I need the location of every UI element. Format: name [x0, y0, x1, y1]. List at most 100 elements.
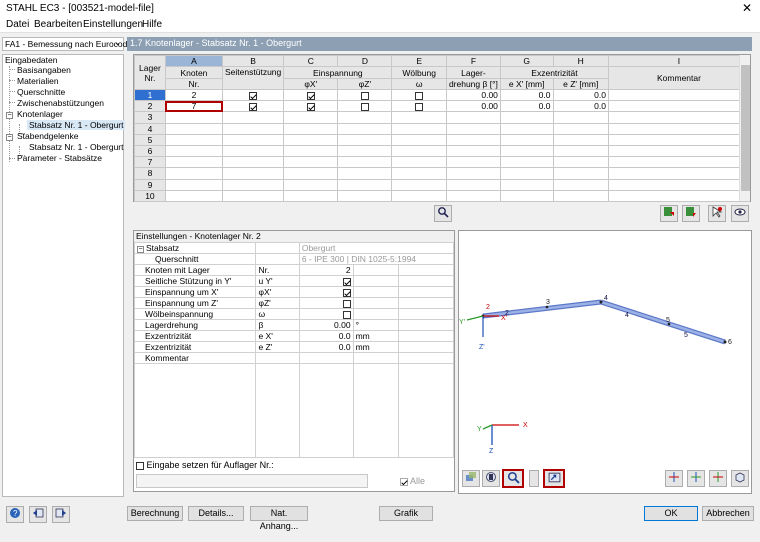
cell-beta[interactable]: 0.00	[445, 88, 501, 102]
setting-value[interactable]: 2	[298, 264, 354, 276]
checkbox-seitliche-stuetzung[interactable]	[342, 277, 351, 286]
setting-value[interactable]: 0.0	[298, 341, 354, 353]
menu-datei[interactable]: Datei	[6, 19, 29, 30]
row-number[interactable]: 1	[134, 88, 166, 102]
col-letter-d[interactable]: D	[337, 54, 393, 68]
close-icon[interactable]: ✕	[742, 1, 752, 15]
render-icon[interactable]	[462, 470, 480, 487]
checkbox-alle[interactable]	[400, 477, 408, 486]
cell-ex[interactable]: 0.0	[499, 88, 554, 102]
collapse-icon[interactable]: −	[6, 112, 13, 119]
table-row[interactable]: 6	[134, 144, 751, 158]
checkbox-einspannung-z[interactable]	[342, 299, 351, 308]
col-letter-c[interactable]: C	[283, 54, 339, 68]
isometric-view-icon[interactable]	[731, 470, 749, 487]
case-selector[interactable]: FA1 - Bemessung nach Eurocod ⌄	[2, 37, 127, 51]
row-number[interactable]: 10	[134, 189, 166, 202]
table-row[interactable]: 7	[134, 156, 751, 169]
grafik-button[interactable]: Grafik	[379, 506, 433, 521]
view-icon[interactable]	[731, 205, 749, 222]
export-excel-icon[interactable]	[660, 205, 678, 222]
cell-phix[interactable]	[283, 88, 339, 102]
setting-row[interactable]: Exzentrizität e X' 0.0 mm	[133, 330, 454, 342]
nat-anhang-button[interactable]: Nat. Anhang...	[250, 506, 308, 531]
tree-item-materialien[interactable]: Materialien	[17, 76, 59, 86]
setting-value[interactable]: 0.0	[298, 330, 354, 342]
setting-value[interactable]	[298, 286, 354, 298]
setting-value[interactable]: 0.00	[298, 319, 354, 331]
import-excel-icon[interactable]	[682, 205, 700, 222]
tree-item-basisangaben[interactable]: Basisangaben	[17, 65, 71, 75]
table-row[interactable]: 10	[134, 189, 751, 202]
cell-knoten-active[interactable]: 7	[164, 100, 224, 113]
setting-row[interactable]: Lagerdrehung β 0.00 °	[133, 319, 454, 331]
col-letter-h[interactable]: H	[552, 54, 609, 68]
setting-row[interactable]: Seitliche Stützung in Y' u Y'	[133, 275, 454, 287]
tree-item-querschnitte[interactable]: Querschnitte	[17, 87, 65, 97]
abbrechen-button[interactable]: Abbrechen	[702, 506, 754, 521]
setting-value[interactable]	[298, 308, 354, 320]
table-row[interactable]: 1 2 0.00 0.0 0.0	[134, 88, 751, 102]
setting-row[interactable]: Einspannung um Z' φZ'	[133, 297, 454, 309]
tree-item-knotenlager[interactable]: Knotenlager	[17, 109, 63, 119]
row-number[interactable]: 7	[134, 156, 166, 169]
group-stabsatz[interactable]: − Stabsatz	[133, 242, 257, 254]
cell-beta[interactable]: 0.00	[445, 100, 501, 113]
cell-ez[interactable]: 0.0	[552, 100, 609, 113]
checkbox-apply-support[interactable]	[136, 461, 144, 470]
setting-row[interactable]: Wölbeinspannung ω	[133, 308, 454, 320]
row-number[interactable]: 4	[134, 122, 166, 135]
table-scrollbar[interactable]	[739, 55, 750, 201]
col-letter-f[interactable]: F	[445, 54, 501, 68]
cell-kommentar[interactable]	[607, 100, 751, 113]
menu-hilfe[interactable]: Hilfe	[142, 19, 162, 30]
graphic-panel[interactable]: 2 2 3 4 4 5 5 6 X' Y' Z' X Y Z	[458, 230, 752, 494]
col-letter-g[interactable]: G	[499, 54, 554, 68]
collapse-icon[interactable]: −	[137, 246, 144, 253]
collapse-icon[interactable]: −	[6, 134, 13, 141]
pick-node-icon[interactable]	[708, 205, 726, 222]
tree-item-knotenlager-stabsatz[interactable]: Stabsatz Nr. 1 - Obergurt	[27, 120, 126, 130]
col-letter-i[interactable]: I	[607, 54, 751, 68]
checkbox-uy[interactable]	[249, 103, 258, 111]
zoom-select-icon[interactable]	[434, 205, 452, 222]
row-number[interactable]: 2	[134, 100, 166, 113]
view-z-icon[interactable]	[709, 470, 727, 487]
table-row[interactable]: 3	[134, 111, 751, 124]
row-number[interactable]: 3	[134, 111, 166, 124]
tree-item-zwischenabstuetzungen[interactable]: Zwischenabstützungen	[17, 98, 104, 108]
checkbox-phiz[interactable]	[360, 91, 369, 100]
tree-item-stabendgelenke[interactable]: Stabendgelenke	[17, 131, 78, 141]
table-row[interactable]: 5	[134, 133, 751, 146]
cell-phiz[interactable]	[337, 100, 393, 113]
cell-uy[interactable]	[222, 100, 285, 113]
view-x-icon[interactable]	[665, 470, 683, 487]
row-number[interactable]: 8	[134, 167, 166, 180]
checkbox-omega[interactable]	[415, 103, 424, 111]
checkbox-uy[interactable]	[249, 91, 258, 100]
col-letter-a[interactable]: A	[164, 54, 224, 68]
cell-phiz[interactable]	[337, 88, 393, 102]
ok-button[interactable]: OK	[644, 506, 698, 521]
setting-value[interactable]	[298, 352, 354, 364]
menu-bearbeiten[interactable]: Bearbeiten	[34, 19, 82, 30]
setting-row[interactable]: Kommentar	[133, 352, 454, 364]
checkbox-woelbeinspannung[interactable]	[342, 310, 351, 319]
help-icon[interactable]: ?	[6, 506, 24, 523]
setting-value[interactable]	[298, 275, 354, 287]
setting-row[interactable]: Einspannung um X' φX'	[133, 286, 454, 298]
table-row[interactable]: 2 7 0.00 0.0 0.0	[134, 100, 751, 113]
cell-ex[interactable]: 0.0	[499, 100, 554, 113]
apply-support-row[interactable]: Eingabe setzen für Auflager Nr.:	[136, 460, 274, 470]
display-options-icon[interactable]	[482, 470, 500, 487]
setting-row[interactable]: Exzentrizität e Z' 0.0 mm	[133, 341, 454, 353]
alle-row[interactable]: Alle	[400, 476, 425, 486]
tree-item-parameter-stabsaetze[interactable]: Parameter - Stabsätze	[17, 153, 102, 163]
row-number[interactable]: 5	[134, 133, 166, 146]
zoom-icon[interactable]	[502, 469, 524, 488]
scrollbar-thumb[interactable]	[741, 65, 750, 191]
table-row[interactable]: 4	[134, 122, 751, 135]
support-number-input[interactable]	[136, 474, 368, 488]
next-icon[interactable]	[52, 506, 70, 523]
previous-icon[interactable]	[29, 506, 47, 523]
